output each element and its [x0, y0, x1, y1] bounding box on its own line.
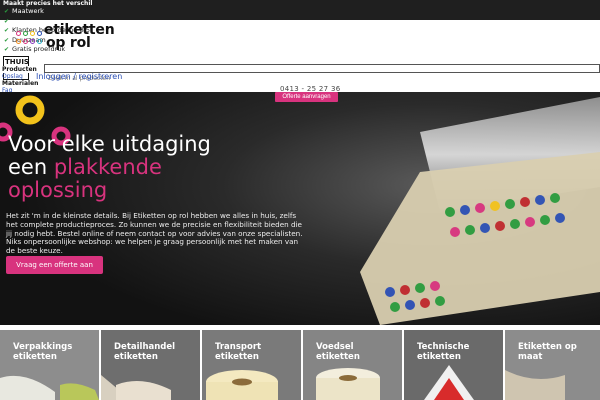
- verpakking-image: [0, 330, 99, 400]
- usp-item: ✔ Maatwerk: [4, 7, 44, 15]
- tile-label: Voedsel etiketten: [316, 342, 360, 362]
- request-quote-button[interactable]: Vraag een offerte aan: [6, 256, 103, 274]
- nav-item-materialen[interactable]: Materialen: [2, 80, 38, 87]
- check-icon: ✔: [4, 27, 10, 34]
- category-tile-detailhandel[interactable]: Detailhandel etiketten: [101, 330, 200, 400]
- maat-image: [505, 330, 600, 400]
- check-icon: ✔: [4, 8, 10, 15]
- thuis-logo-text: THUIS: [5, 58, 29, 66]
- category-tile-voedsel[interactable]: Voedsel etiketten: [303, 330, 402, 400]
- tile-label: Transport etiketten: [215, 342, 262, 362]
- login-link[interactable]: Inloggen / registreren: [36, 72, 122, 81]
- hero-title-line3: oplossing: [8, 178, 108, 202]
- nav-item-opslag[interactable]: Opslag: [2, 73, 38, 80]
- check-icon: ✔: [4, 46, 10, 53]
- hero-section: [0, 92, 600, 325]
- check-icon: ✔: [4, 17, 10, 25]
- logo-dots-icon[interactable]: [16, 27, 44, 49]
- tile-label: Verpakkings etiketten: [13, 342, 73, 362]
- hero-title-line2: een plakkende: [8, 155, 162, 179]
- header-quote-button[interactable]: Offerte aanvragen: [275, 92, 338, 102]
- hero-label-roll-image: [0, 92, 600, 325]
- search-box[interactable]: [44, 64, 600, 82]
- logo-line2: op rol: [46, 35, 91, 51]
- nav-item-producten[interactable]: Producten: [2, 66, 39, 73]
- transport-image: [202, 330, 301, 400]
- check-icon: ✔: [4, 36, 10, 44]
- category-tile-transport[interactable]: Transport etiketten: [202, 330, 301, 400]
- detailhandel-image: [101, 330, 200, 400]
- hero-title: Voor elke uitdaging een plakkende oploss…: [8, 133, 211, 202]
- category-tile-technische[interactable]: Technische etiketten: [404, 330, 503, 400]
- hero-title-line1: Voor elke uitdaging: [8, 132, 211, 156]
- category-tiles: Verpakkings etiketten Detailhandel etikett…: [0, 330, 600, 400]
- usp-title: Maakt precies het verschil: [3, 0, 93, 7]
- tile-label: Technische etiketten: [417, 342, 470, 362]
- category-tile-maat[interactable]: Etiketten op maat: [505, 330, 600, 400]
- hero-body: Het zit 'm in de kleinste details. Bij E…: [6, 211, 303, 256]
- search-input[interactable]: [45, 75, 599, 82]
- site-logo[interactable]: etiketten op rol: [44, 23, 115, 51]
- voedsel-image: [303, 330, 402, 400]
- tile-label: Etiketten op maat: [518, 342, 577, 362]
- category-tile-verpakkings[interactable]: Verpakkings etiketten: [0, 330, 99, 400]
- tile-label: Detailhandel etiketten: [114, 342, 176, 362]
- main-nav: Producten Opslag Materialen Faq: [2, 66, 39, 94]
- technische-image: [404, 330, 503, 400]
